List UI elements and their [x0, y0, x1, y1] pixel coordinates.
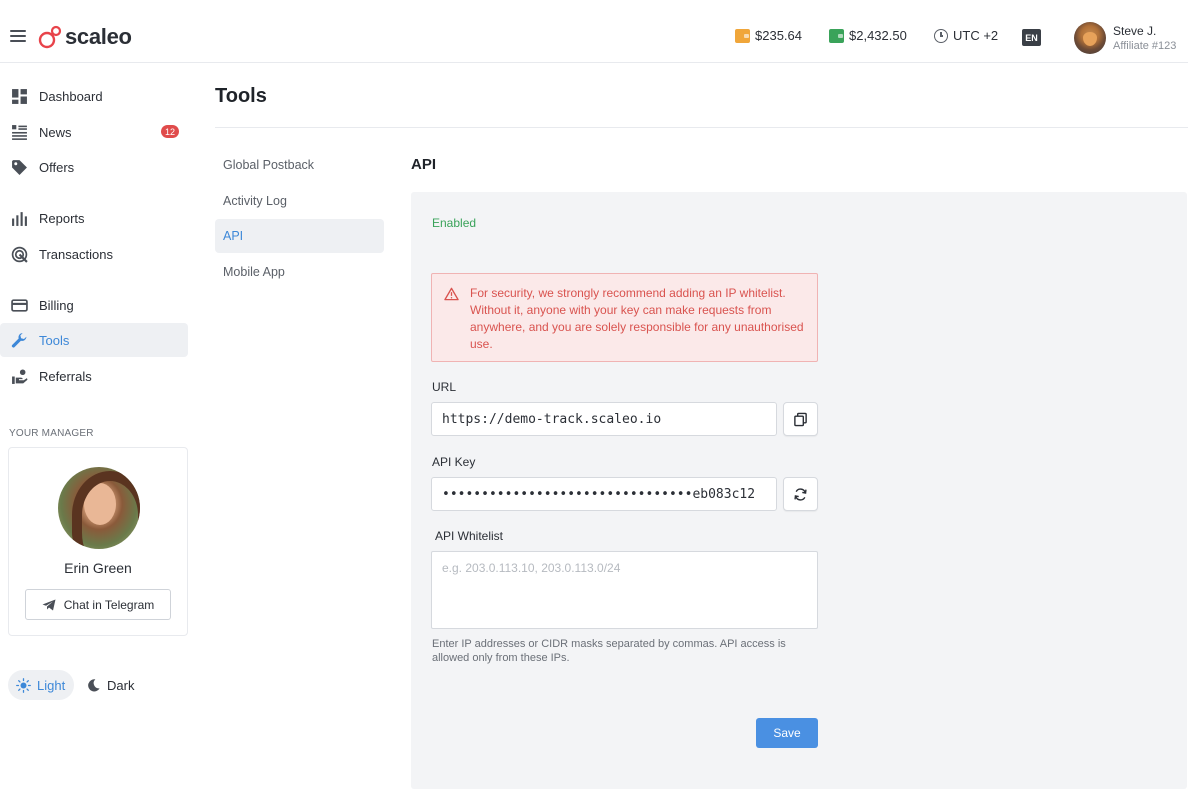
regenerate-key-button[interactable] [783, 477, 818, 511]
balance-pending: $235.64 [735, 28, 802, 43]
tab-global-postback[interactable]: Global Postback [215, 148, 384, 182]
user-avatar[interactable] [1074, 22, 1106, 54]
sidebar-item-referrals[interactable]: Referrals [0, 359, 188, 393]
manager-section-title: YOUR MANAGER [9, 428, 94, 439]
tab-api[interactable]: API [215, 219, 384, 253]
chat-telegram-label: Chat in Telegram [63, 597, 155, 612]
sun-icon [16, 677, 31, 693]
transactions-icon [10, 245, 28, 263]
scaleo-logo-icon [38, 25, 62, 49]
sidebar-item-transactions[interactable]: Transactions [0, 237, 188, 271]
manager-photo [58, 467, 140, 549]
copy-icon [794, 412, 807, 426]
logo-text: scaleo [65, 24, 132, 49]
language-selector[interactable]: EN [1022, 29, 1041, 46]
sidebar-item-billing[interactable]: Billing [0, 288, 188, 322]
api-key-field[interactable]: ••••••••••••••••••••••••••••••••eb083c12 [431, 477, 777, 511]
theme-dark-label: Dark [107, 677, 135, 693]
api-status: Enabled [432, 216, 477, 230]
title-divider [215, 127, 1188, 128]
wrench-icon [10, 331, 28, 349]
logo[interactable]: scaleo [38, 24, 132, 50]
api-whitelist-input[interactable]: e.g. 203.0.113.10, 203.0.113.0/24 [431, 551, 818, 629]
api-whitelist-label: API Whitelist [435, 529, 504, 543]
theme-dark-toggle[interactable]: Dark [86, 670, 134, 700]
news-count-badge: 12 [161, 125, 179, 138]
tab-mobile-app[interactable]: Mobile App [215, 255, 384, 289]
security-alert: For security, we strongly recommend addi… [431, 273, 818, 362]
sidebar-item-label: Transactions [39, 246, 113, 262]
chat-telegram-button[interactable]: Chat in Telegram [25, 589, 171, 620]
sidebar-item-label: Offers [39, 159, 75, 175]
sidebar-item-tools[interactable]: Tools [0, 323, 188, 357]
bar-chart-icon [10, 209, 28, 227]
sidebar-item-label: Billing [39, 297, 74, 313]
balance-available-amount: $2,432.50 [849, 28, 907, 43]
url-label: URL [432, 380, 457, 394]
sidebar-item-label: News [39, 124, 72, 140]
sidebar-item-label: Referrals [39, 368, 92, 384]
manager-name: Erin Green [64, 560, 132, 576]
referrals-icon [10, 367, 28, 385]
sidebar-item-news[interactable]: News 12 [0, 115, 188, 149]
api-whitelist-help: Enter IP addresses or CIDR masks separat… [432, 638, 786, 664]
url-field[interactable]: https://demo-track.scaleo.io [431, 402, 777, 436]
theme-light-label: Light [37, 677, 66, 693]
user-name[interactable]: Steve J. [1113, 24, 1156, 38]
moon-icon [88, 678, 100, 691]
credit-card-icon [10, 296, 28, 314]
refresh-icon [794, 487, 807, 501]
balance-available: $2,432.50 [829, 28, 907, 43]
sidebar-item-reports[interactable]: Reports [0, 201, 188, 235]
warning-icon [444, 287, 459, 301]
timezone-label: UTC +2 [953, 28, 999, 43]
save-button[interactable]: Save [756, 718, 818, 748]
clock-icon [934, 28, 948, 43]
hamburger-icon[interactable] [10, 30, 26, 42]
wallet-icon [735, 28, 750, 43]
dashboard-icon [10, 87, 28, 105]
copy-url-button[interactable] [783, 402, 818, 436]
sidebar-item-offers[interactable]: Offers [0, 150, 188, 184]
tab-activity-log[interactable]: Activity Log [215, 184, 384, 218]
wallet-icon [829, 28, 844, 43]
security-alert-text: For security, we strongly recommend addi… [470, 286, 804, 351]
telegram-icon [42, 599, 56, 610]
tag-icon [10, 158, 28, 176]
sidebar-item-label: Tools [39, 332, 70, 348]
news-icon [10, 123, 28, 141]
section-title: API [411, 156, 437, 173]
sidebar-item-label: Reports [39, 210, 85, 226]
top-header: scaleo $235.64 $2,432.50 UTC +2 EN Steve… [0, 0, 1188, 63]
timezone[interactable]: UTC +2 [934, 28, 998, 43]
sidebar-item-label: Dashboard [39, 88, 103, 104]
sidebar-item-dashboard[interactable]: Dashboard [0, 79, 188, 113]
manager-card: Erin Green Chat in Telegram [8, 447, 188, 636]
page-title: Tools [215, 85, 267, 107]
user-affiliate-id: Affiliate #123 [1113, 40, 1177, 52]
theme-light-toggle[interactable]: Light [8, 670, 74, 700]
balance-pending-amount: $235.64 [755, 28, 802, 43]
api-key-label: API Key [432, 455, 476, 469]
